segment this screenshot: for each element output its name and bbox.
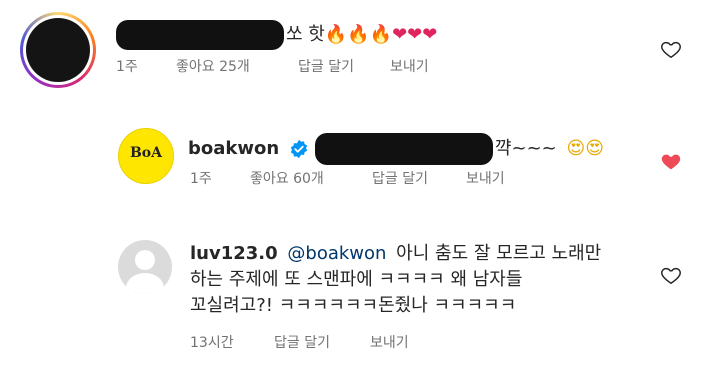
comment-line-3: 꼬실려고?! ㅋㅋㅋㅋㅋㅋ돈줬나 ㅋㅋㅋㅋㅋ xyxy=(190,295,517,316)
comment-text: 쏘 핫 xyxy=(286,24,325,45)
username[interactable]: luv123.0 xyxy=(190,243,278,264)
heart-outline-icon[interactable] xyxy=(660,264,682,286)
redacted-text xyxy=(314,133,493,165)
timestamp: 1주 xyxy=(190,171,212,187)
reply-button[interactable]: 답글 달기 xyxy=(372,168,428,188)
comment-line-1: luv123.0 @boakwon 아니 춤도 잘 모르고 노래만 xyxy=(190,242,601,266)
likes-count[interactable]: 좋아요 60개 xyxy=(250,168,324,188)
reply-button[interactable]: 답글 달기 xyxy=(298,56,354,76)
avatar-default[interactable] xyxy=(118,240,172,294)
mention-link[interactable]: @boakwon xyxy=(287,243,386,264)
heart-filled-icon[interactable] xyxy=(660,150,682,172)
send-button[interactable]: 보내기 xyxy=(370,332,409,352)
username[interactable]: boakwon xyxy=(188,138,279,159)
send-button[interactable]: 보내기 xyxy=(390,56,429,76)
avatar-boakwon[interactable]: BoA xyxy=(118,128,174,184)
comment-text: 꺅~~~ xyxy=(494,138,557,159)
send-button[interactable]: 보내기 xyxy=(466,168,505,188)
comment-3: luv123.0 @boakwon 아니 춤도 잘 모르고 노래만 하는 주제에… xyxy=(0,226,720,372)
heart-outline-icon[interactable] xyxy=(660,38,682,60)
comment-1: 쏘 핫🔥🔥🔥❤❤❤ 1주 좋아요 25개 답글 달기 보내기 xyxy=(0,0,720,110)
comment-2: BoA boakwon 꺅~~~ 😍😍 1주 좋아요 60개 답글 달기 보내기 xyxy=(0,112,720,222)
avatar-body xyxy=(126,273,164,294)
avatar-head xyxy=(135,250,155,270)
reply-button[interactable]: 답글 달기 xyxy=(274,332,330,352)
redacted-username xyxy=(116,20,284,50)
timestamp: 13시간 xyxy=(190,335,234,351)
comment-body: boakwon 꺅~~~ 😍😍 xyxy=(188,133,604,165)
likes-count[interactable]: 좋아요 25개 xyxy=(176,56,250,76)
redacted-avatar xyxy=(26,18,90,82)
timestamp: 1주 xyxy=(116,59,138,75)
emoji-text: 😍😍 xyxy=(566,138,604,159)
comment-line-2: 하는 주제에 또 스맨파에 ㅋㅋㅋㅋ 왜 남자들 xyxy=(190,269,523,290)
avatar[interactable] xyxy=(20,12,96,88)
comment-text: 아니 춤도 잘 모르고 노래만 xyxy=(396,243,602,264)
comment-body: 쏘 핫🔥🔥🔥❤❤❤ xyxy=(116,20,437,50)
emoji-text: 🔥🔥🔥❤❤❤ xyxy=(324,24,438,45)
boa-logo: BoA xyxy=(129,145,163,161)
verified-badge-icon xyxy=(290,139,308,159)
